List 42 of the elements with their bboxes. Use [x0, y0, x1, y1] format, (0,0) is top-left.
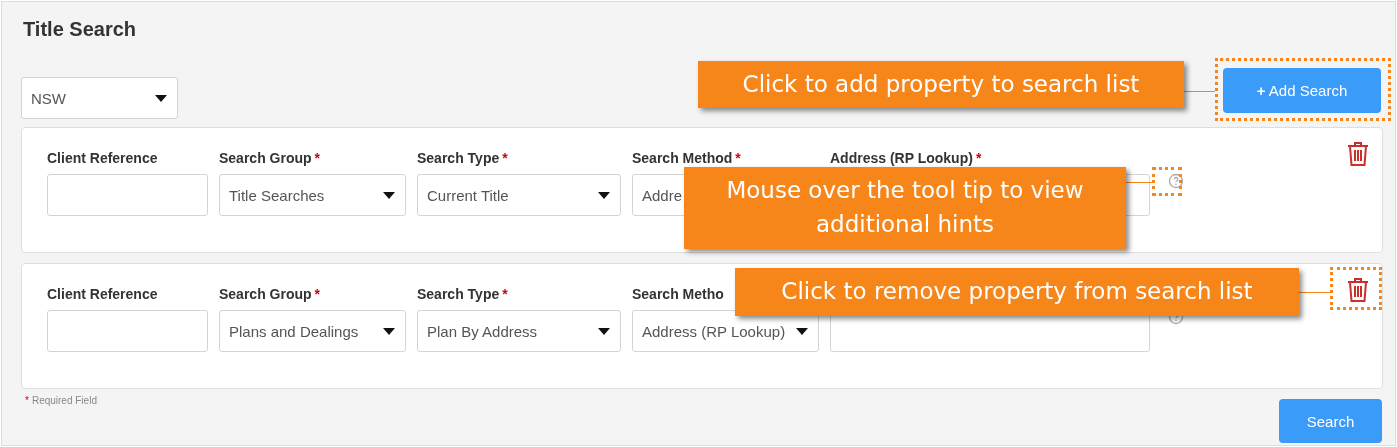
field-label: Client Reference [47, 286, 158, 302]
field-label: Search Method [632, 150, 733, 166]
field-label: Address (RP Lookup) [830, 150, 973, 166]
required-note: * Required Field [25, 395, 97, 408]
dropdown[interactable]: Title Searches [219, 174, 406, 216]
caret-icon [796, 327, 808, 335]
caret-icon [383, 191, 395, 199]
leader-line [1299, 292, 1330, 293]
leader-line [1126, 182, 1153, 183]
caret-icon [155, 94, 167, 102]
dropdown[interactable]: Plans and Dealings [219, 310, 406, 352]
trash-icon[interactable] [1347, 141, 1369, 167]
callout-tooltip: Click to add property to search list [698, 61, 1184, 108]
field-label: Search Type [417, 286, 500, 302]
callout-tooltip: Click to remove property from search list [735, 268, 1299, 316]
text-field[interactable] [47, 310, 208, 352]
leader-line [1184, 91, 1215, 92]
caret-icon [598, 327, 610, 335]
help-icon[interactable] [1168, 173, 1184, 189]
field-label: Search Group [219, 150, 312, 166]
required-mark: * [502, 286, 508, 302]
field-label: Search Group [219, 286, 312, 302]
required-mark: * [502, 150, 508, 166]
text-field[interactable] [47, 174, 208, 216]
callout-tooltip: Mouse over the tool tip to view additional hints [684, 167, 1126, 249]
required-mark: * [314, 150, 321, 166]
dropdown[interactable]: Plan By Address [417, 310, 621, 352]
trash-icon[interactable] [1347, 277, 1369, 303]
caret-icon [598, 191, 610, 199]
caret-icon [383, 327, 395, 335]
dropdown[interactable]: Current Title [417, 174, 621, 216]
dropdown[interactable]: Address (RP Lookup) [632, 310, 819, 352]
required-mark: * [314, 286, 321, 302]
required-mark: * [975, 150, 982, 166]
field-label: Client Reference [47, 150, 158, 166]
field-label: Search Metho [632, 286, 724, 302]
state-dropdown[interactable]: NSW [21, 77, 178, 119]
highlight-frame [1330, 267, 1382, 310]
highlight-frame [1152, 167, 1182, 196]
page-title: Title Search [23, 17, 138, 42]
field-label: Search Type [417, 150, 500, 166]
required-mark: * [735, 150, 741, 166]
